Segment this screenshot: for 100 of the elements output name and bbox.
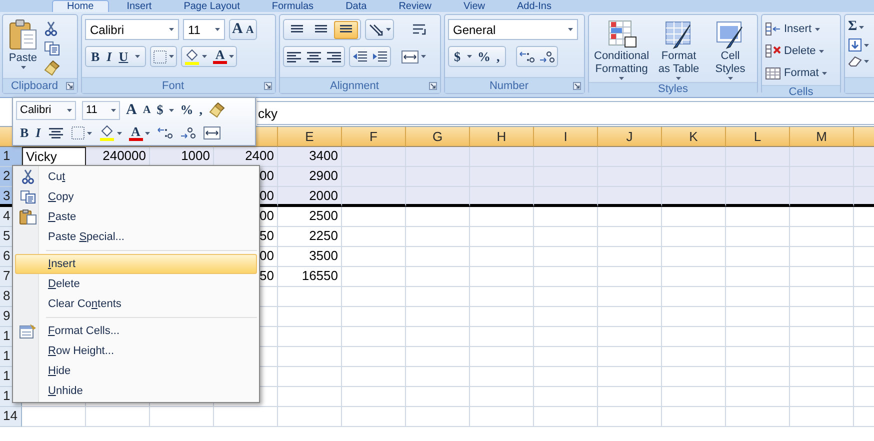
vertical-align-button[interactable] bbox=[334, 20, 358, 38]
copy-button[interactable] bbox=[44, 41, 60, 56]
fill-color-button[interactable] bbox=[98, 125, 122, 141]
formula-field[interactable]: cky bbox=[257, 101, 874, 125]
align-center-icon bbox=[48, 126, 64, 140]
comma-button[interactable]: , bbox=[496, 48, 500, 64]
percent-button[interactable]: % bbox=[180, 102, 194, 118]
fill-color-button[interactable] bbox=[184, 48, 208, 64]
ribbon-tab[interactable]: Data bbox=[332, 1, 381, 12]
fill-button[interactable] bbox=[848, 38, 869, 52]
eraser-icon bbox=[848, 55, 862, 67]
ribbon-tab[interactable]: View bbox=[449, 1, 499, 12]
underline-button[interactable]: U bbox=[118, 48, 128, 64]
dialog-launcher-icon bbox=[66, 82, 74, 90]
empty-cell bbox=[598, 367, 662, 387]
column-header[interactable]: F bbox=[342, 127, 406, 147]
font-name-field[interactable]: Calibri bbox=[85, 19, 179, 40]
increase-indent-button[interactable] bbox=[372, 50, 388, 64]
align-center-button[interactable] bbox=[306, 50, 322, 64]
format-painter-button[interactable] bbox=[44, 60, 60, 76]
currency-button[interactable]: $ bbox=[454, 48, 460, 64]
borders-button[interactable] bbox=[153, 50, 174, 64]
cells-button[interactable]: Format bbox=[765, 63, 827, 83]
row-header[interactable]: 14 bbox=[0, 407, 22, 427]
table-cell: 1000 bbox=[150, 147, 214, 167]
ribbon-tab[interactable]: Formulas bbox=[258, 1, 328, 12]
number-format-field[interactable]: General bbox=[448, 19, 578, 40]
empty-cell bbox=[342, 367, 406, 387]
currency-button[interactable]: $ bbox=[156, 102, 164, 118]
table-cell: 2400 bbox=[214, 147, 278, 167]
empty-cell bbox=[406, 227, 470, 247]
increase-decimal-button[interactable] bbox=[156, 126, 173, 140]
column-header[interactable]: M bbox=[790, 127, 854, 147]
column-header[interactable]: K bbox=[662, 127, 726, 147]
cells-button[interactable]: Delete bbox=[765, 41, 827, 61]
decrease-indent-button[interactable] bbox=[352, 50, 368, 64]
clipboard-icon bbox=[8, 19, 38, 51]
copy-icon bbox=[20, 190, 36, 204]
menu-item[interactable]: Insert bbox=[15, 254, 257, 274]
decrease-decimal-button[interactable] bbox=[538, 50, 555, 64]
style-button[interactable]: Format as Table bbox=[655, 19, 703, 80]
style-button[interactable]: Cell Styles bbox=[706, 19, 754, 80]
column-header[interactable]: H bbox=[470, 127, 534, 147]
ribbon-tab[interactable]: Add-Ins bbox=[502, 1, 566, 12]
style-button[interactable]: Conditional Formatting bbox=[592, 19, 652, 80]
empty-cell bbox=[278, 367, 342, 387]
orientation-button[interactable] bbox=[368, 22, 391, 36]
empty-cell bbox=[534, 227, 598, 247]
empty-cell bbox=[726, 327, 790, 347]
align-left-button[interactable] bbox=[286, 50, 302, 64]
column-header[interactable]: L bbox=[726, 127, 790, 147]
ribbon-tab[interactable]: Review bbox=[384, 1, 446, 12]
empty-cell bbox=[662, 247, 726, 267]
align-right-button[interactable] bbox=[326, 50, 342, 64]
decimal-icon bbox=[180, 126, 196, 140]
empty-cell bbox=[598, 247, 662, 267]
clear-button[interactable] bbox=[848, 55, 869, 67]
bold-button[interactable]: B bbox=[20, 125, 29, 141]
borders-button[interactable] bbox=[70, 126, 92, 140]
grow-font-button[interactable]: A bbox=[126, 102, 137, 118]
column-header[interactable]: J bbox=[598, 127, 662, 147]
center-button[interactable] bbox=[48, 126, 64, 140]
outdent-icon bbox=[352, 50, 368, 64]
caret-icon bbox=[466, 55, 472, 58]
column-header[interactable]: E bbox=[278, 127, 342, 147]
decrease-decimal-button[interactable] bbox=[180, 126, 196, 140]
cells-button[interactable]: Insert bbox=[765, 19, 827, 39]
caret-icon bbox=[169, 55, 174, 58]
empty-cell bbox=[662, 207, 726, 227]
font-name-field[interactable]: Calibri bbox=[16, 100, 76, 120]
paste-button[interactable]: Paste bbox=[6, 19, 40, 76]
increase-decimal-button[interactable] bbox=[518, 50, 535, 64]
format-painter-button[interactable] bbox=[208, 102, 225, 118]
empty-cell bbox=[406, 247, 470, 267]
font-color-button[interactable]: A bbox=[128, 126, 150, 140]
wrap-text-button[interactable] bbox=[412, 22, 428, 36]
cut-button[interactable] bbox=[44, 21, 60, 37]
row-header[interactable]: 1 bbox=[0, 147, 22, 167]
empty-cell bbox=[86, 407, 150, 427]
ribbon-tab[interactable]: Home bbox=[52, 0, 109, 12]
font-size-field[interactable]: 11 bbox=[183, 19, 225, 40]
comma-button[interactable]: , bbox=[199, 102, 203, 118]
empty-cell bbox=[278, 307, 342, 327]
shrink-font-button[interactable]: A bbox=[142, 104, 151, 116]
ribbon-tab[interactable]: Insert bbox=[112, 1, 166, 12]
ribbon-tab[interactable]: Page Layout bbox=[170, 1, 254, 12]
percent-button[interactable]: % bbox=[478, 48, 490, 64]
merge-button[interactable] bbox=[401, 50, 426, 64]
table-cell: 2500 bbox=[278, 207, 342, 227]
autosum-button[interactable]: Σ bbox=[848, 19, 869, 35]
column-header[interactable]: G bbox=[406, 127, 470, 147]
merge-button[interactable] bbox=[202, 126, 221, 140]
column-header[interactable]: I bbox=[534, 127, 598, 147]
italic-button[interactable]: I bbox=[106, 48, 112, 64]
font-size-field[interactable]: 11 bbox=[82, 100, 120, 120]
grow-font-button[interactable]: A bbox=[232, 21, 243, 38]
shrink-font-button[interactable]: A bbox=[246, 24, 254, 36]
bold-button[interactable]: B bbox=[91, 48, 100, 64]
italic-button[interactable]: I bbox=[36, 125, 41, 141]
empty-cell bbox=[534, 367, 598, 387]
